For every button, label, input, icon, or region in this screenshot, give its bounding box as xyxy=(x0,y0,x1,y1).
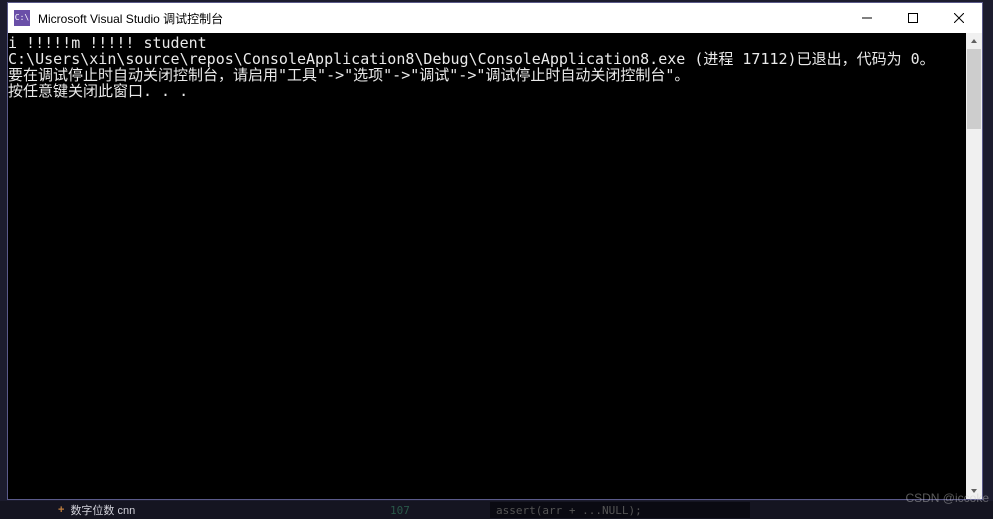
scroll-thumb[interactable] xyxy=(967,49,981,129)
vertical-scrollbar[interactable] xyxy=(966,33,982,499)
minimize-icon xyxy=(862,13,872,23)
close-icon xyxy=(954,13,964,23)
close-button[interactable] xyxy=(936,3,982,33)
minimize-button[interactable] xyxy=(844,3,890,33)
window-title: Microsoft Visual Studio 调试控制台 xyxy=(38,10,844,27)
console-line: 按任意键关闭此窗口. . . xyxy=(8,82,188,100)
maximize-icon xyxy=(908,13,918,23)
chevron-up-icon xyxy=(970,37,978,45)
file-name-hint: 数字位数 cnn xyxy=(70,502,135,518)
console-window: C:\ Microsoft Visual Studio 调试控制台 i !!!!… xyxy=(7,2,983,500)
plus-icon: + xyxy=(58,504,64,516)
watermark: CSDN @iccoke xyxy=(905,491,989,505)
maximize-button[interactable] xyxy=(890,3,936,33)
scroll-up-button[interactable] xyxy=(966,33,982,49)
background-editor-strip: + 数字位数 cnn 107 assert(arr + ...NULL); xyxy=(0,501,993,519)
titlebar[interactable]: C:\ Microsoft Visual Studio 调试控制台 xyxy=(8,3,982,33)
window-controls xyxy=(844,3,982,33)
console-area: i !!!!!m !!!!! student C:\Users\xin\sour… xyxy=(8,33,982,499)
file-tab-hint: + 数字位数 cnn xyxy=(0,502,135,518)
code-fragment-hint: assert(arr + ...NULL); xyxy=(490,502,750,518)
app-icon: C:\ xyxy=(14,10,30,26)
line-number-hint: 107 xyxy=(390,504,410,517)
console-output[interactable]: i !!!!!m !!!!! student C:\Users\xin\sour… xyxy=(8,33,966,499)
app-icon-text: C:\ xyxy=(15,14,29,22)
